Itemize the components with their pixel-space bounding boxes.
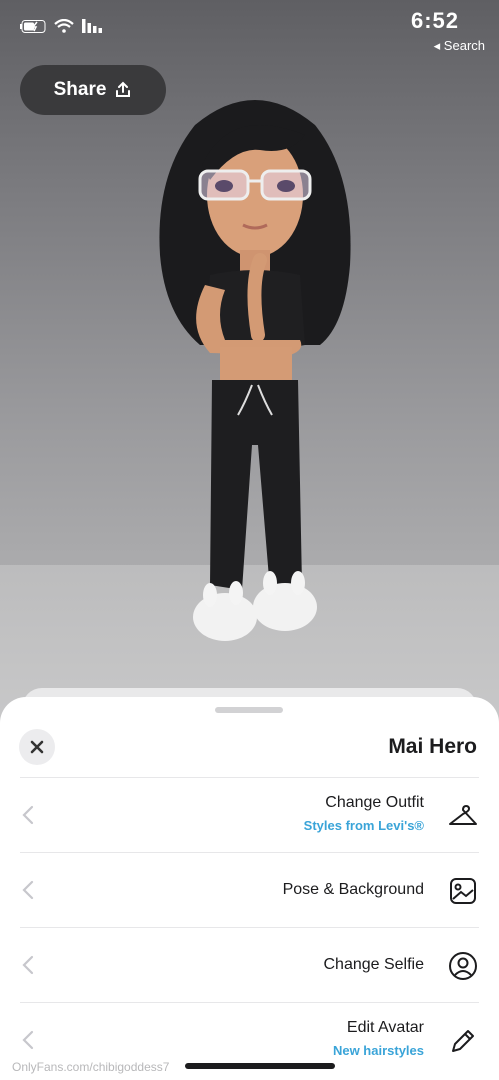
hanger-icon [449, 805, 477, 825]
row-label: Change Outfit [325, 794, 424, 811]
row-sublabel: New hairstyles [332, 1043, 424, 1058]
chevron-left-icon [22, 880, 34, 900]
pencil-icon [452, 1030, 474, 1052]
row-sublabel: Styles from Levi's® [303, 818, 424, 833]
person-circle-icon [449, 952, 477, 980]
home-indicator[interactable] [185, 1063, 335, 1069]
watermark: OnlyFans.com/chibigoddess7 [12, 1060, 170, 1074]
close-icon [30, 740, 44, 754]
row-pose-background[interactable]: Pose & Background [20, 852, 479, 928]
row-change-outfit[interactable]: Change Outfit Styles from Levi's® [20, 777, 479, 853]
row-change-selfie[interactable]: Change Selfie [20, 927, 479, 1003]
status-bar: 6:52 ◂ Search [0, 0, 499, 60]
chevron-left-icon [22, 805, 34, 825]
chevron-left-icon [22, 1030, 34, 1050]
sheet-grabber[interactable] [215, 707, 283, 713]
cellular-signal-icon [82, 19, 102, 33]
share-button-label: Share [53, 79, 107, 100]
status-time: 6:52 [410, 8, 459, 33]
back-to-search-link[interactable]: ◂ Search [434, 38, 485, 54]
chevron-left-icon [22, 955, 34, 975]
share-button[interactable]: Share [20, 65, 166, 115]
image-frame-icon [450, 878, 476, 904]
battery-charging-icon [20, 19, 46, 33]
close-button[interactable] [19, 729, 55, 765]
bitmoji-avatar [159, 100, 351, 641]
sheet-title: Mai Hero [388, 735, 477, 758]
row-label: Change Selfie [323, 956, 424, 973]
share-icon [116, 81, 131, 97]
row-label: Pose & Background [282, 881, 424, 898]
avatar-options-sheet: Mai Hero Change Outfit Styles from Levi'… [0, 697, 499, 1080]
wifi-icon [54, 19, 74, 33]
row-label: Edit Avatar [346, 1019, 424, 1036]
status-icons [20, 19, 104, 33]
